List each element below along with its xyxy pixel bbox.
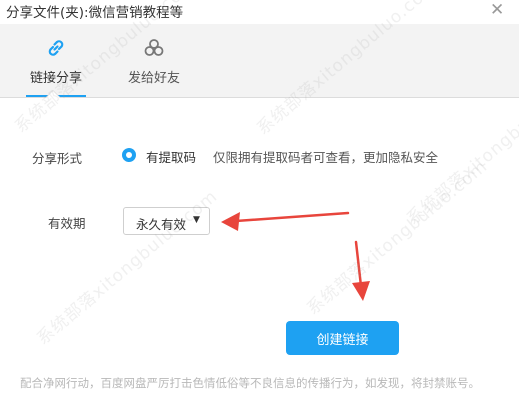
friends-icon <box>144 39 164 56</box>
watermark: 系统部落xitongbuluo.com <box>303 156 492 320</box>
tab-link-share[interactable]: 链接分享 <box>6 24 106 98</box>
caret-down-icon: ▼ <box>193 215 200 225</box>
tab-pointer <box>46 91 60 98</box>
tab-send-friends[interactable]: 发给好友 <box>104 24 204 98</box>
arrow-to-select <box>221 211 350 231</box>
validity-select[interactable]: 永久有效 ▼ <box>123 207 210 235</box>
footer-notice: 配合净网行动，百度网盘严厉打击色情低俗等不良信息的传播行为，如发现，将封禁账号。 <box>20 376 480 390</box>
extract-code-radio[interactable] <box>122 148 136 162</box>
extract-code-option-label[interactable]: 有提取码 <box>146 147 196 166</box>
create-link-button[interactable]: 创建链接 <box>286 321 399 355</box>
tab-link-share-label: 链接分享 <box>29 71 82 86</box>
extract-code-description: 仅限拥有提取码者可查看，更加隐私安全 <box>213 150 439 165</box>
title-bar: 分享文件(夹):微信营销教程等 ✕ <box>0 0 519 24</box>
share-type-label: 分享形式 <box>32 151 83 166</box>
share-tabs: 链接分享 发给好友 <box>0 24 519 98</box>
arrow-to-button <box>352 240 370 301</box>
tab-send-friends-label: 发给好友 <box>127 71 180 86</box>
link-icon <box>48 40 64 56</box>
validity-label: 有效期 <box>48 216 86 231</box>
close-icon[interactable]: ✕ <box>490 2 504 19</box>
tabs-divider <box>0 97 519 98</box>
validity-select-value: 永久有效 <box>136 217 187 232</box>
dialog-title: 分享文件(夹):微信营销教程等 <box>6 5 184 21</box>
